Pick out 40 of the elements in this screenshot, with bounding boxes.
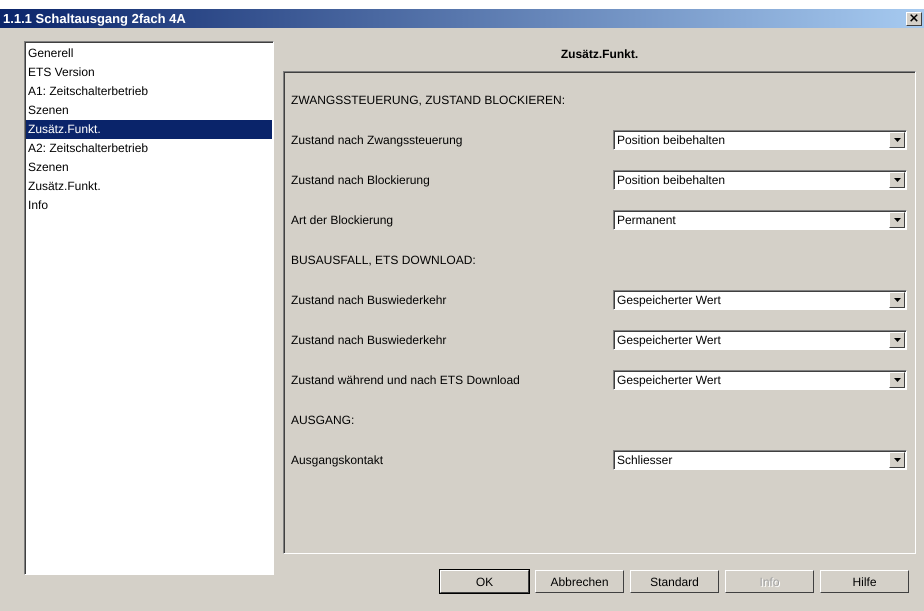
sidebar-item[interactable]: Info — [26, 196, 272, 215]
sidebar-item[interactable]: Zusätz.Funkt. — [26, 177, 272, 196]
dropdown-arrow-icon — [894, 138, 900, 142]
dropdown-arrow-icon — [894, 298, 900, 302]
parameter-label: Zustand nach Zwangssteuerung — [291, 133, 464, 147]
close-button[interactable]: × — [906, 12, 922, 26]
dropdown[interactable]: Gespeicherter Wert — [613, 290, 907, 310]
sidebar-item[interactable]: Generell — [26, 44, 272, 63]
dropdown-arrow-icon — [894, 338, 900, 342]
section-heading: BUSAUSFALL, ETS DOWNLOAD: — [291, 253, 477, 267]
dropdown-arrow-icon — [894, 178, 900, 182]
sidebar-item[interactable]: Zusätz.Funkt. — [26, 120, 272, 139]
sidebar-item[interactable]: Szenen — [26, 101, 272, 120]
parameter-label: Art der Blockierung — [291, 213, 394, 227]
sidebar-item[interactable]: A2: Zeitschalterbetrieb — [26, 139, 272, 158]
dropdown[interactable]: Gespeicherter Wert — [613, 370, 907, 390]
dropdown[interactable]: Position beibehalten — [613, 170, 907, 190]
dropdown[interactable]: Gespeicherter Wert — [613, 330, 907, 350]
dialog-button[interactable]: Standard — [630, 570, 719, 593]
parameter-label: Zustand nach Buswiederkehr — [291, 333, 448, 347]
dropdown[interactable]: Permanent — [613, 210, 907, 230]
dialog-button[interactable]: OK — [440, 570, 529, 593]
parameter-label: Ausgangskontakt — [291, 453, 384, 467]
sidebar-item[interactable]: Szenen — [26, 158, 272, 177]
page-heading: Zusätz.Funkt. — [560, 46, 640, 63]
section-heading: ZWANGSSTEUERUNG, ZUSTAND BLOCKIEREN: — [291, 93, 566, 107]
parameter-label: Zustand nach Blockierung — [291, 173, 431, 187]
dropdown[interactable]: Position beibehalten — [613, 130, 907, 150]
window-title: 1.1.1 Schaltausgang 2fach 4A — [3, 11, 187, 26]
dropdown-arrow-icon — [894, 378, 900, 382]
dropdown-arrow-icon — [894, 458, 900, 462]
dialog-button[interactable]: Hilfe — [820, 570, 909, 593]
dropdown[interactable]: Schliesser — [613, 450, 907, 470]
parameter-label: Zustand während und nach ETS Download — [291, 373, 521, 387]
sidebar-item[interactable]: ETS Version — [26, 63, 272, 82]
parameter-label: Zustand nach Buswiederkehr — [291, 293, 448, 307]
dialog-button[interactable]: Abbrechen — [535, 570, 624, 593]
section-heading: AUSGANG: — [291, 413, 356, 427]
dropdown-arrow-icon — [894, 218, 900, 222]
sidebar-item[interactable]: A1: Zeitschalterbetrieb — [26, 82, 272, 101]
